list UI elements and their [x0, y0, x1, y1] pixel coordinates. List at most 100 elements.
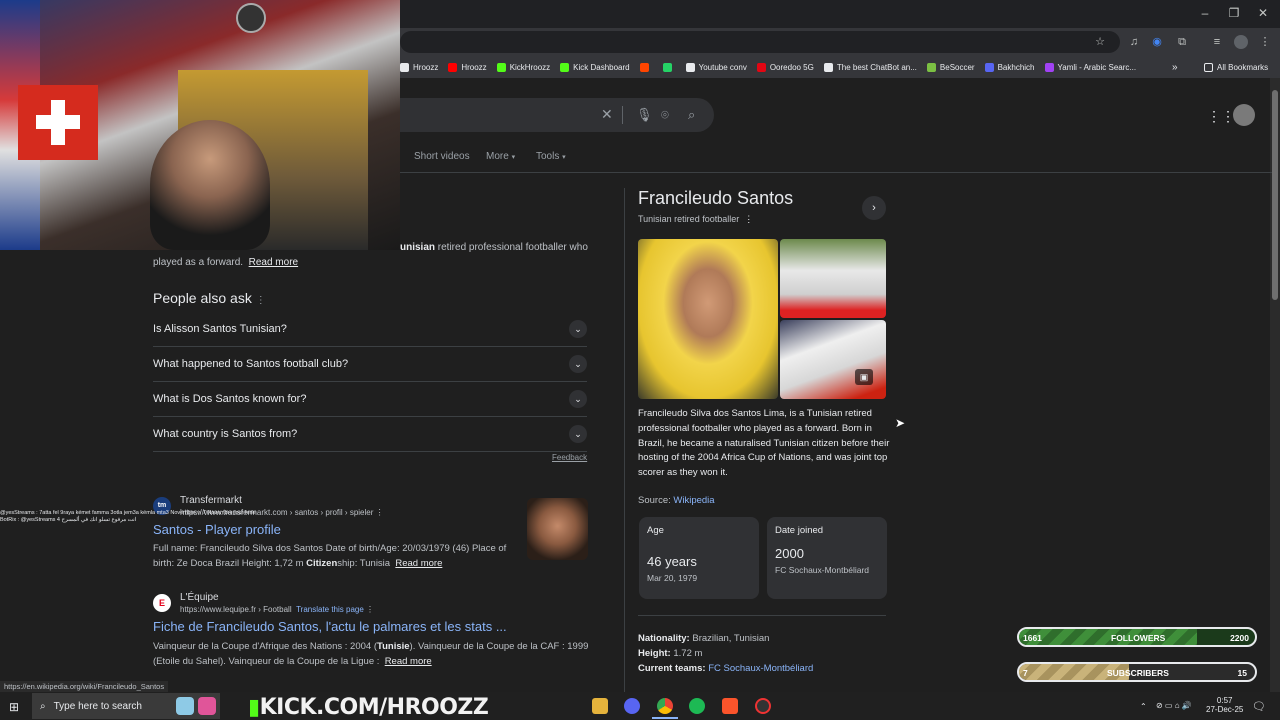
image-gallery-icon[interactable]: ▣	[855, 369, 873, 385]
obs-icon[interactable]	[755, 698, 771, 714]
dropdown-arrow-icon: ▾	[511, 154, 516, 161]
scrollbar-thumb[interactable]	[1272, 90, 1278, 300]
wikipedia-link[interactable]: Wikipedia	[673, 495, 714, 506]
lens-search-icon[interactable]: ⌾	[661, 107, 669, 123]
bookmark-favicon-icon	[823, 62, 833, 72]
bookmark-item[interactable]: BeSoccer	[926, 62, 975, 72]
bookmark-item[interactable]: Youtube conv	[685, 62, 747, 72]
bookmark-star-icon[interactable]: ☆	[1093, 35, 1107, 49]
extension-audio-icon[interactable]: ◉	[1150, 35, 1164, 49]
paa-question[interactable]: What happened to Santos football club? ⌄	[153, 347, 587, 382]
chevron-down-icon[interactable]: ⌄	[569, 390, 587, 408]
bookmark-item[interactable]: Yamli - Arabic Searc...	[1044, 62, 1136, 72]
bookmark-favicon-icon	[685, 62, 695, 72]
notification-icon[interactable]: 🗨	[1252, 700, 1266, 713]
apps-grid-icon[interactable]: ⋮⋮	[1207, 108, 1235, 125]
bookmark-favicon-icon	[448, 62, 458, 72]
result-title-link[interactable]: Santos - Player profile	[153, 522, 281, 537]
bookmark-item[interactable]: The best ChatBot an...	[823, 62, 917, 72]
minimize-icon[interactable]: –	[1195, 6, 1215, 20]
kp-next-arrow-icon[interactable]: ›	[862, 196, 886, 220]
lequipe-favicon: E	[153, 594, 171, 612]
file-explorer-icon[interactable]	[592, 698, 608, 714]
result-snippet-line: birth: Ze Doca Brazil Height: 1,72 m Cit…	[153, 558, 443, 569]
bookmark-item[interactable]: Bakhchich	[984, 62, 1035, 72]
player-thumbnail[interactable]	[527, 498, 588, 560]
read-more-link[interactable]: Read more	[385, 656, 432, 667]
tab-tools[interactable]: Tools ▾	[536, 151, 566, 162]
read-more-link[interactable]: Read more	[395, 558, 442, 569]
restore-icon[interactable]: ❐	[1224, 6, 1244, 20]
address-bar[interactable]	[400, 31, 1120, 53]
dropdown-arrow-icon: ▾	[562, 154, 566, 161]
search-highlight-icon[interactable]	[176, 697, 194, 715]
more-options-icon[interactable]: ⋮	[376, 508, 384, 517]
snippet-line-1: unisian retired professional footballer …	[400, 242, 588, 253]
chevron-down-icon[interactable]: ⌄	[569, 355, 587, 373]
spotify-icon[interactable]	[689, 698, 705, 714]
bookmark-list: Hroozz Hroozz KickHroozz Kick Dashboard Yout…	[400, 62, 1146, 72]
tab-more[interactable]: More ▾	[486, 151, 515, 162]
media-icon[interactable]: ♫	[1127, 35, 1141, 49]
kp-photo-3[interactable]	[780, 320, 886, 399]
age-card[interactable]: Age 46 years Mar 20, 1979	[639, 517, 759, 599]
paa-question[interactable]: Is Alisson Santos Tunisian? ⌄	[153, 312, 587, 347]
app-icon[interactable]	[624, 698, 640, 714]
fact-nationality: Nationality: Brazilian, Tunisian	[638, 633, 770, 644]
clear-search-icon[interactable]: ✕	[601, 106, 613, 123]
bookmark-item[interactable]: Ooredoo 5G	[756, 62, 814, 72]
extensions-icon[interactable]: ⧉	[1175, 35, 1189, 49]
snippet-line-2: played as a forward. Read more	[153, 257, 299, 268]
mouse-cursor-icon: ➤	[895, 416, 906, 430]
read-more-link[interactable]: Read more	[249, 257, 298, 268]
chevron-down-icon[interactable]: ⌄	[569, 425, 587, 443]
tab-short-videos[interactable]: Short videos	[414, 151, 470, 162]
bookmark-favicon-icon	[1044, 62, 1054, 72]
kp-main-photo[interactable]	[638, 239, 778, 399]
tray-icons[interactable]: ⊘ ▭ ⌂ 🔊	[1156, 701, 1192, 710]
search-icon[interactable]: ⌕	[688, 107, 695, 123]
kick-channel-banner: ▮KICK.COM/HROOZZ	[248, 695, 489, 720]
reading-list-icon[interactable]: ≡	[1210, 35, 1224, 49]
bookmark-item[interactable]: Hroozz	[448, 62, 487, 72]
feedback-link[interactable]: Feedback	[552, 453, 587, 462]
more-options-icon[interactable]: ⋮	[256, 295, 266, 306]
kick-k-glyph: ▮	[248, 695, 260, 720]
kebab-menu-icon[interactable]: ⋮	[1258, 35, 1272, 49]
widget-icon[interactable]	[198, 697, 216, 715]
bookmark-item[interactable]	[639, 62, 653, 72]
chrome-icon[interactable]	[657, 698, 673, 714]
active-app-indicator	[652, 717, 678, 719]
bookmark-favicon-icon	[560, 62, 570, 72]
swiss-flag	[18, 85, 98, 160]
chevron-down-icon[interactable]: ⌄	[569, 320, 587, 338]
translate-link[interactable]: Translate this page	[296, 605, 364, 614]
date-joined-card[interactable]: Date joined 2000 FC Sochaux-Montbéliard	[767, 517, 887, 599]
bookmark-item[interactable]: KickHroozz	[496, 62, 550, 72]
tray-chevron-icon[interactable]: ⌃	[1140, 702, 1147, 711]
brave-icon[interactable]	[722, 698, 738, 714]
result-title-link[interactable]: Fiche de Francileudo Santos, l'actu le p…	[153, 619, 507, 634]
more-options-icon[interactable]: ⋮	[744, 214, 753, 224]
windows-start-icon[interactable]: ⊞	[9, 700, 19, 714]
more-options-icon[interactable]: ⋮	[366, 605, 374, 614]
all-bookmarks-button[interactable]: All Bookmarks	[1204, 62, 1268, 72]
wall-clock	[236, 3, 266, 33]
close-icon[interactable]: ✕	[1253, 6, 1273, 20]
paa-question[interactable]: What is Dos Santos known for? ⌄	[153, 382, 587, 417]
clock[interactable]: 0:57 27-Dec-25	[1206, 696, 1243, 714]
bookmark-item[interactable]: Kick Dashboard	[560, 62, 630, 72]
kp-photo-2[interactable]	[780, 239, 886, 318]
bookmark-item[interactable]	[662, 62, 676, 72]
result-site-name: Transfermarkt	[180, 495, 242, 506]
bookmark-item[interactable]: Hroozz	[400, 62, 438, 72]
profile-avatar[interactable]	[1234, 35, 1248, 49]
bookmark-favicon-icon	[756, 62, 766, 72]
chat-message: BotRix : @yesStreams 4 انت مرفوع تسلو ان…	[0, 517, 137, 523]
paa-question[interactable]: What country is Santos from? ⌄	[153, 417, 587, 452]
account-avatar[interactable]	[1233, 104, 1255, 126]
voice-search-icon[interactable]: 🎙	[636, 107, 653, 123]
bookmarks-overflow-icon[interactable]: »	[1172, 62, 1178, 73]
search-icon: ⌕	[40, 700, 46, 712]
fact-current-teams: Current teams: FC Sochaux-Montbéliard	[638, 663, 814, 674]
